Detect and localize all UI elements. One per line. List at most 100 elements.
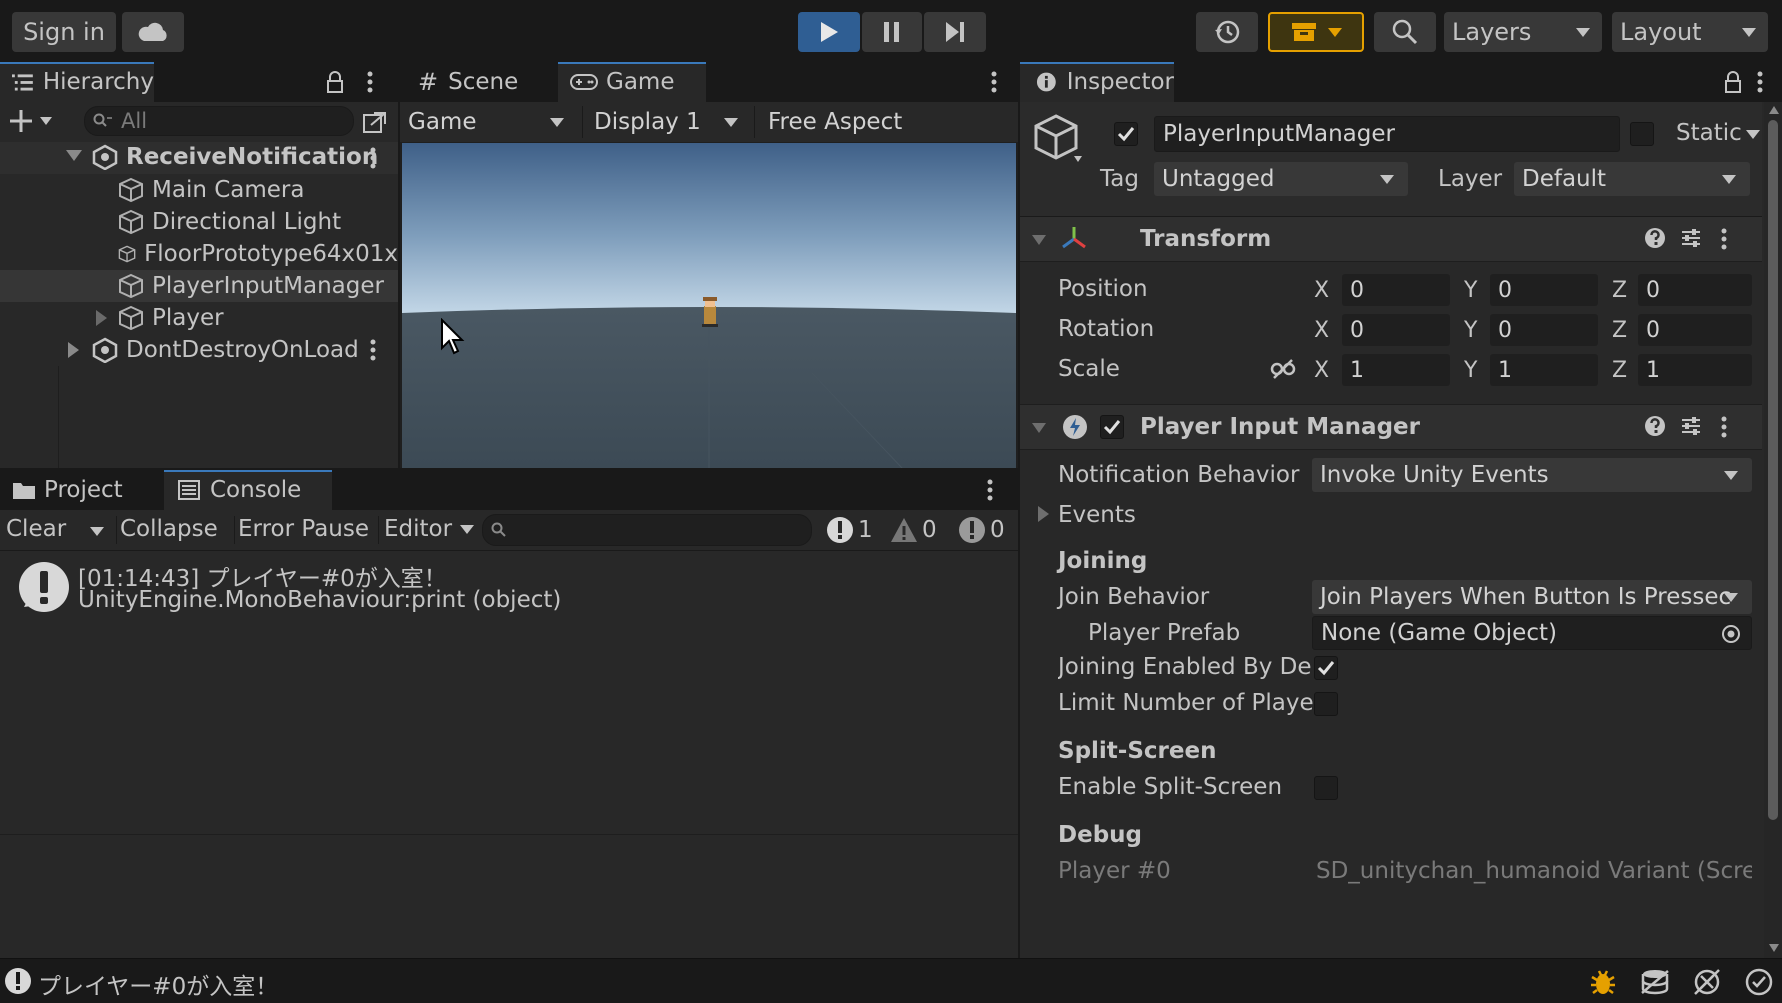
scrollbar-thumb[interactable] — [1768, 120, 1778, 820]
presets-sliders-icon[interactable] — [1680, 227, 1702, 249]
console-search-input[interactable] — [482, 514, 812, 546]
auto-generate-lighting-off-icon[interactable] — [1692, 967, 1722, 997]
expand-down-icon[interactable] — [66, 150, 82, 161]
layer-value: Default — [1522, 166, 1607, 192]
object-picker-icon[interactable] — [1721, 624, 1741, 644]
history-button[interactable] — [1196, 12, 1258, 52]
create-button[interactable] — [8, 108, 52, 134]
object-name-field[interactable]: PlayerInputManager — [1154, 116, 1620, 152]
scale-y-field[interactable]: 1 — [1490, 354, 1598, 386]
presets-sliders-icon[interactable] — [1680, 415, 1702, 437]
tab-inspector[interactable]: Inspector — [1020, 62, 1174, 102]
layout-dropdown[interactable]: Layout — [1612, 12, 1768, 52]
scroll-down-icon[interactable] — [1769, 944, 1779, 952]
help-icon[interactable] — [1644, 415, 1666, 437]
layers-dropdown[interactable]: Layers — [1444, 12, 1602, 52]
expand-right-icon[interactable] — [1038, 506, 1049, 522]
hierarchy-search-input[interactable]: All — [84, 106, 354, 136]
events-foldout[interactable]: Events — [1058, 502, 1136, 528]
component-enabled-checkbox[interactable] — [1100, 415, 1124, 439]
enable-split-screen-checkbox[interactable] — [1314, 776, 1338, 800]
pause-button[interactable] — [862, 12, 922, 52]
scale-x-field[interactable]: 1 — [1342, 354, 1450, 386]
player-input-manager-header[interactable]: Player Input Manager — [1020, 404, 1762, 450]
more-vertical-icon[interactable] — [366, 70, 374, 94]
scale-z-field[interactable]: 1 — [1638, 354, 1752, 386]
warning-count-toggle[interactable]: 0 — [890, 514, 937, 546]
tab-game[interactable]: Game — [558, 62, 706, 102]
cache-server-icon[interactable] — [1640, 969, 1670, 995]
more-vertical-icon[interactable] — [986, 478, 994, 502]
joining-enabled-checkbox[interactable] — [1314, 656, 1338, 680]
tab-console[interactable]: Console — [164, 470, 332, 510]
game-view-dropdown[interactable]: Game — [400, 104, 578, 140]
notification-behavior-dropdown[interactable]: Invoke Unity Events — [1312, 458, 1752, 492]
sign-in-button[interactable]: Sign in — [12, 12, 116, 52]
step-button[interactable] — [924, 12, 986, 52]
display-dropdown[interactable]: Display 1 — [586, 104, 752, 140]
hierarchy-selected-row[interactable]: PlayerInputManager — [0, 270, 398, 302]
collapse-arrow-icon[interactable] — [1032, 423, 1046, 433]
expand-right-icon[interactable] — [68, 342, 79, 358]
more-vertical-icon[interactable] — [1756, 70, 1764, 94]
layer-dropdown[interactable]: Default — [1514, 162, 1750, 196]
more-vertical-icon[interactable] — [1720, 227, 1728, 251]
console-entry[interactable]: [01:14:43] プレイヤー#0が入室！ UnityEngine.MonoB… — [0, 551, 1018, 615]
tab-hierarchy[interactable]: Hierarchy — [0, 62, 154, 102]
list-item[interactable]: DontDestroyOnLoad — [92, 334, 359, 366]
more-vertical-icon[interactable] — [1720, 415, 1728, 439]
clear-options-dropdown[interactable] — [80, 518, 114, 544]
tag-dropdown[interactable]: Untagged — [1154, 162, 1408, 196]
game-viewport[interactable] — [402, 143, 1016, 468]
editor-dropdown[interactable]: Editor — [384, 516, 475, 542]
more-vertical-icon[interactable] — [369, 146, 377, 170]
cloud-button[interactable] — [122, 12, 184, 52]
scene-visibility-icon[interactable] — [362, 110, 388, 134]
list-item[interactable]: Player — [118, 302, 224, 334]
active-checkbox[interactable] — [1114, 122, 1138, 146]
list-item[interactable]: Directional Light — [118, 206, 341, 238]
progress-complete-icon[interactable] — [1744, 967, 1774, 997]
expand-right-icon[interactable] — [96, 310, 107, 326]
play-button[interactable] — [798, 12, 860, 52]
lock-icon[interactable] — [326, 71, 344, 93]
collapse-button[interactable]: Collapse — [120, 516, 218, 542]
join-behavior-dropdown[interactable]: Join Players When Button Is Pressec — [1312, 580, 1752, 614]
list-item[interactable]: FloorPrototype64x01x — [118, 238, 398, 270]
tab-scene[interactable]: # Scene — [400, 62, 554, 102]
clear-button[interactable]: Clear — [6, 516, 66, 542]
position-z-field[interactable]: 0 — [1638, 274, 1752, 306]
collapse-arrow-icon[interactable] — [1032, 235, 1046, 245]
collab-button[interactable] — [1268, 12, 1364, 52]
error-pause-button[interactable]: Error Pause — [238, 516, 369, 542]
hierarchy-scene-row[interactable]: ReceiveNotification — [0, 142, 398, 174]
static-checkbox[interactable] — [1630, 122, 1654, 146]
rotation-x-field[interactable]: 0 — [1342, 314, 1450, 346]
static-dropdown[interactable] — [1746, 130, 1760, 139]
position-y-field[interactable]: 0 — [1490, 274, 1598, 306]
position-x-field[interactable]: 0 — [1342, 274, 1450, 306]
rotation-y-field[interactable]: 0 — [1490, 314, 1598, 346]
scroll-up-icon[interactable] — [1769, 106, 1779, 114]
more-vertical-icon[interactable] — [990, 70, 998, 94]
inspector-scrollbar[interactable] — [1764, 102, 1782, 958]
more-vertical-icon[interactable] — [369, 338, 377, 362]
tab-project[interactable]: Project — [0, 470, 160, 510]
help-icon[interactable] — [1644, 227, 1666, 249]
search-button[interactable] — [1374, 12, 1436, 52]
limit-players-checkbox[interactable] — [1314, 692, 1338, 716]
checkmark-icon — [1117, 127, 1135, 142]
bug-icon[interactable] — [1588, 967, 1618, 997]
error-count-toggle[interactable]: 0 — [958, 514, 1005, 546]
constrain-proportions-link-icon[interactable] — [1270, 358, 1296, 380]
console-split-divider[interactable] — [0, 834, 1018, 835]
aspect-dropdown[interactable]: Free Aspect — [760, 104, 1010, 140]
status-message[interactable]: プレイヤー#0が入室！ — [38, 967, 278, 1001]
lock-icon[interactable] — [1724, 71, 1742, 93]
rotation-z-field[interactable]: 0 — [1638, 314, 1752, 346]
player-prefab-object-field[interactable]: None (Game Object) — [1312, 616, 1752, 650]
info-count-toggle[interactable]: 1 — [826, 514, 873, 546]
list-item[interactable]: Main Camera — [118, 174, 304, 206]
search-icon — [1392, 19, 1418, 45]
transform-component-header[interactable]: Transform — [1020, 217, 1762, 262]
